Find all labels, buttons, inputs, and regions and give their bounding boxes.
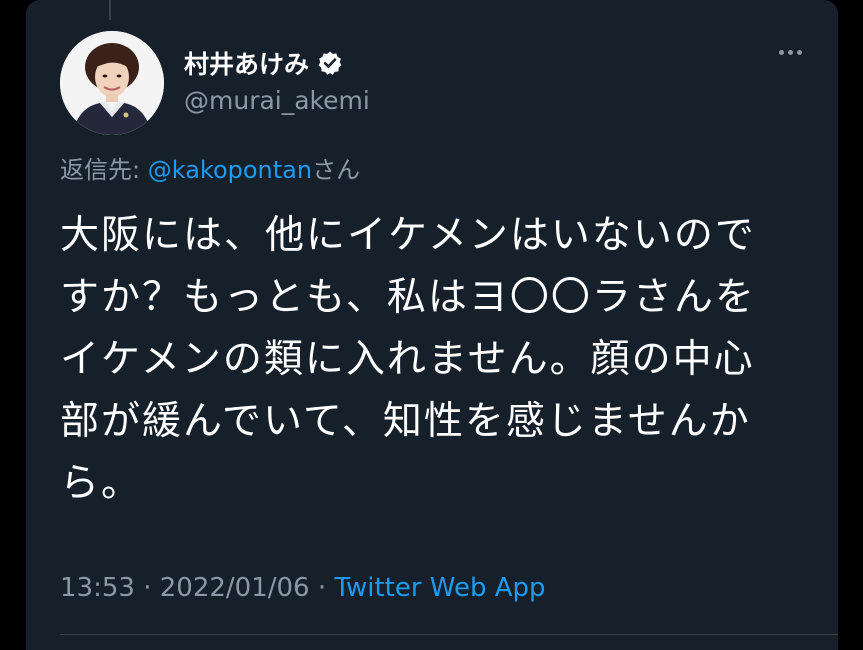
reply-to-link[interactable]: @kakopontan <box>148 156 312 184</box>
author-handle[interactable]: @murai_akemi <box>184 86 370 115</box>
tweet-time[interactable]: 13:53 <box>60 573 135 603</box>
reply-suffix: さん <box>312 156 361 184</box>
thread-line <box>109 0 111 20</box>
display-name[interactable]: 村井あけみ <box>184 45 309 81</box>
divider <box>60 634 838 635</box>
meta-separator: · <box>134 573 160 603</box>
more-options-icon[interactable] <box>779 50 802 55</box>
reply-prefix: 返信先: <box>60 156 148 184</box>
reply-context: 返信先: @kakopontanさん <box>60 150 360 185</box>
author-row[interactable]: 村井あけみ <box>184 44 343 82</box>
avatar[interactable] <box>60 31 164 135</box>
verified-badge-icon <box>317 50 343 76</box>
source-app-link[interactable]: Twitter Web App <box>334 573 545 603</box>
tweet-card: 村井あけみ @murai_akemi 返信先: @kakopontanさん 大阪… <box>26 0 838 650</box>
tweet-metadata: 13:53 · 2022/01/06 · Twitter Web App <box>60 573 546 603</box>
tweet-text: 大阪には、他にイケメンはいないので すか？もっとも、私はヨ〇〇ラさんを イケメン… <box>60 213 756 506</box>
meta-separator: · <box>309 573 335 603</box>
avatar-photo <box>60 31 164 135</box>
tweet-date[interactable]: 2022/01/06 <box>160 573 310 603</box>
